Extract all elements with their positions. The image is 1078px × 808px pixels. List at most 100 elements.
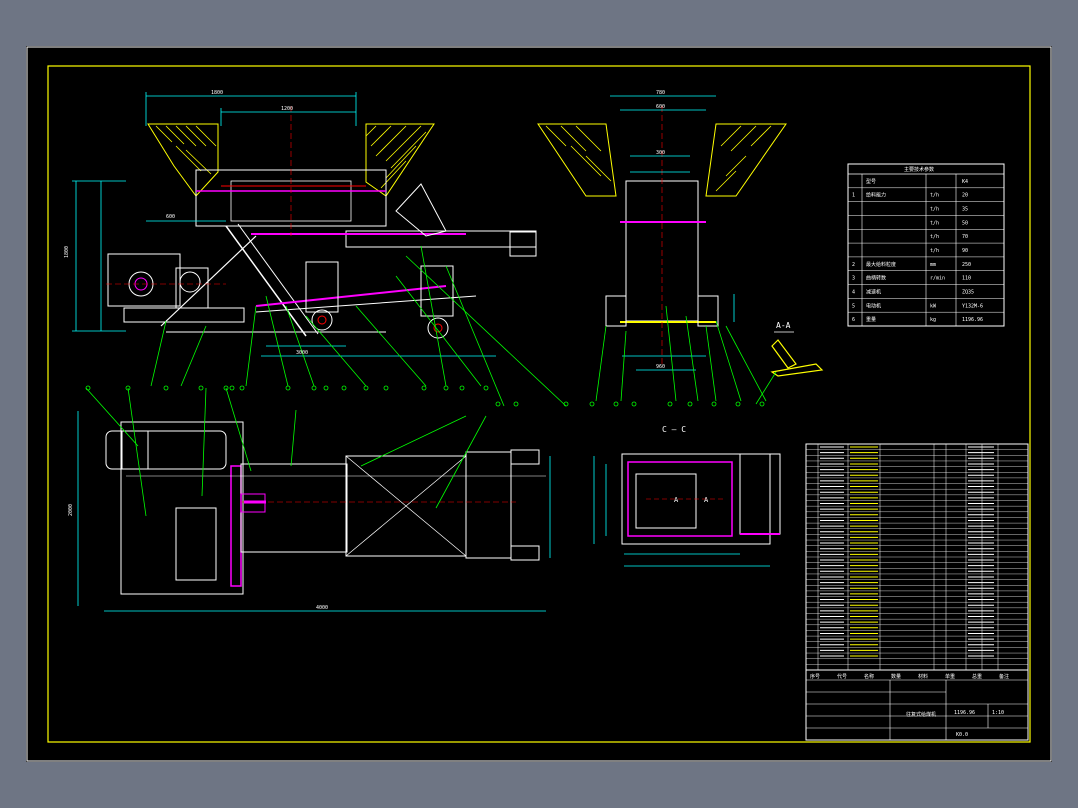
tech-table-cell: 250 [962,262,971,268]
tech-table-cell: 20 [962,193,968,199]
balloon-marker [363,385,369,391]
svg-text:4000: 4000 [316,605,328,611]
tech-table-cell: 4 [852,289,855,295]
gate [395,183,447,237]
balloon-marker [239,385,245,391]
tech-table-cell: 曲柄转数 [866,275,886,282]
tech-table-title: 主要技术参数 [904,166,934,173]
tech-table-cell: mm [930,262,936,268]
tech-parameter-table: 主要技术参数 型号 K41 给料能力 t/h 20t/h 35t/h 50t/h 70t/h 9… [847,163,1005,327]
drawing-weight: 1196.96 [954,710,975,716]
drawing-name: 往复式给煤机 [906,711,936,718]
balloon-marker [613,401,619,407]
title-block-header: 数量 [891,673,901,680]
balloon-marker [85,385,91,391]
title-block-header: 材料 [918,673,928,680]
cc-window [635,473,697,529]
title-block-header: 备注 [999,673,1009,680]
tech-table-cell: 90 [962,248,968,254]
title-block-header: 名称 [864,673,874,680]
tech-table-cell: 型号 [866,178,876,185]
svg-text:300: 300 [656,150,665,156]
tech-table-cell: ZQ35 [962,289,974,295]
drawing-scale: 1:10 [992,710,1004,716]
section-aa: A-A [755,321,824,405]
drawing-frame [47,65,1031,743]
tech-table-cell: r/min [930,276,945,282]
balloon-marker [341,385,347,391]
svg-text:1800: 1800 [211,90,223,96]
parts-list [805,443,1029,671]
balloon-marker [163,385,169,391]
svg-text:1800: 1800 [64,246,70,258]
tech-table-cell: 1 [852,193,855,199]
tech-table-cell: t/h [930,207,939,213]
balloon-marker [459,385,465,391]
tech-table-cell: t/h [930,234,939,240]
title-block-header: 序号 [810,673,820,680]
tech-table-cell: 2 [852,262,855,268]
title-block-header: 单重 [945,673,955,680]
balloon-marker [589,401,595,407]
balloon-marker [759,401,765,407]
balloon-marker [513,401,519,407]
balloon-marker [735,401,741,407]
svg-text:600: 600 [656,104,665,110]
tech-table-cell: t/h [930,248,939,254]
tech-table-cell: kg [930,317,936,323]
balloon-marker [711,401,717,407]
part-balloons [85,385,765,407]
trough-bottom [255,285,447,307]
cad-drawing: 1800 1200 1800 600 3000 780600300960 A-A 2… [26,46,1052,762]
plan-motor [175,507,217,581]
tech-table-cell: t/h [930,220,939,226]
balloon-marker [383,385,389,391]
balloon-marker [443,385,449,391]
tech-table-cell: kW [930,303,937,309]
balloon-marker [495,401,501,407]
tech-table-cell: 3 [852,276,855,282]
title-block: 往复式给煤机 1:10 1196.96 K0.0 序号 代号 名称 数量 材料 单重 总重 备… [805,669,1029,741]
balloon-marker [323,385,329,391]
svg-text:3000: 3000 [296,350,308,356]
tech-table-cell: 70 [962,234,968,240]
balloon-marker [229,385,235,391]
crank-link [225,225,307,337]
reducer [107,253,181,307]
section-cc-label: C — C [662,425,686,434]
bunker-left-hatch [147,123,219,197]
svg-text:960: 960 [656,364,665,370]
sheet-border [26,46,1052,762]
section-aa-label: A-A [776,321,791,330]
title-block-header: 总重 [972,673,982,680]
view-mark-a1: A [674,496,679,504]
cad-sheet: 1800 1200 1800 600 3000 780 600 300 960 … [26,46,1052,762]
balloon-marker [285,385,291,391]
balloon-marker [687,401,693,407]
leader-lines [150,245,567,407]
balloon-marker [198,385,204,391]
tech-table-cell: 电动机 [866,302,881,309]
tech-table-cell: 6 [852,317,855,323]
svg-text:780: 780 [656,90,665,96]
tech-table-cell: 35 [962,207,968,213]
balloon-marker [563,401,569,407]
svg-text:1200: 1200 [281,106,293,112]
plan-view: 2000 4000 [68,387,551,612]
tech-table-cell: K4 [962,179,968,185]
tech-table-cell: t/h [930,193,939,199]
end-view: 780 600 300 960 [537,90,787,402]
tech-table-cell: 减速机 [866,288,881,295]
balloon-marker [421,385,427,391]
motor [175,267,209,309]
title-block-header: 代号 [837,673,847,680]
balloon-marker [483,385,489,391]
tech-table-cell: 110 [962,276,971,282]
plan-trough [240,463,348,553]
tech-table-cell: 给料能力 [866,192,886,199]
tech-table-cell: 重量 [866,316,876,323]
svg-text:2000: 2000 [68,504,74,516]
sheet-number: K0.0 [956,732,968,738]
side-view: 1800 1200 1800 600 3000 [64,90,567,407]
view-mark-a2: A [704,496,709,504]
